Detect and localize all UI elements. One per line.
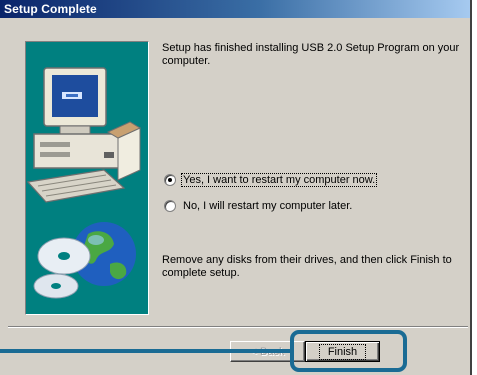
radio-selected-icon[interactable] [164,174,176,186]
computer-illustration-icon [26,67,142,299]
setup-dialog: Setup Complete Setup has finished instal… [0,0,472,375]
restart-later-label[interactable]: No, I will restart my computer later. [182,200,353,212]
window-title: Setup Complete [4,2,97,16]
remove-disks-message: Remove any disks from their drives, and … [162,254,452,279]
restart-now-option[interactable]: Yes, I want to restart my computer now. [164,173,378,187]
restart-later-option[interactable]: No, I will restart my computer later. [164,199,353,213]
finish-button-label: Finish [318,343,367,360]
button-separator [8,326,468,328]
restart-now-label[interactable]: Yes, I want to restart my computer now. [180,173,378,187]
finish-button[interactable]: Finish [305,341,380,362]
screenshot-stage: Setup Complete Setup has finished instal… [0,0,477,375]
radio-unselected-icon[interactable] [164,200,176,212]
title-bar[interactable]: Setup Complete [0,0,470,18]
setup-illustration [25,41,149,315]
callout-pointer-line [0,349,291,353]
setup-finished-message: Setup has finished installing USB 2.0 Se… [162,42,460,67]
